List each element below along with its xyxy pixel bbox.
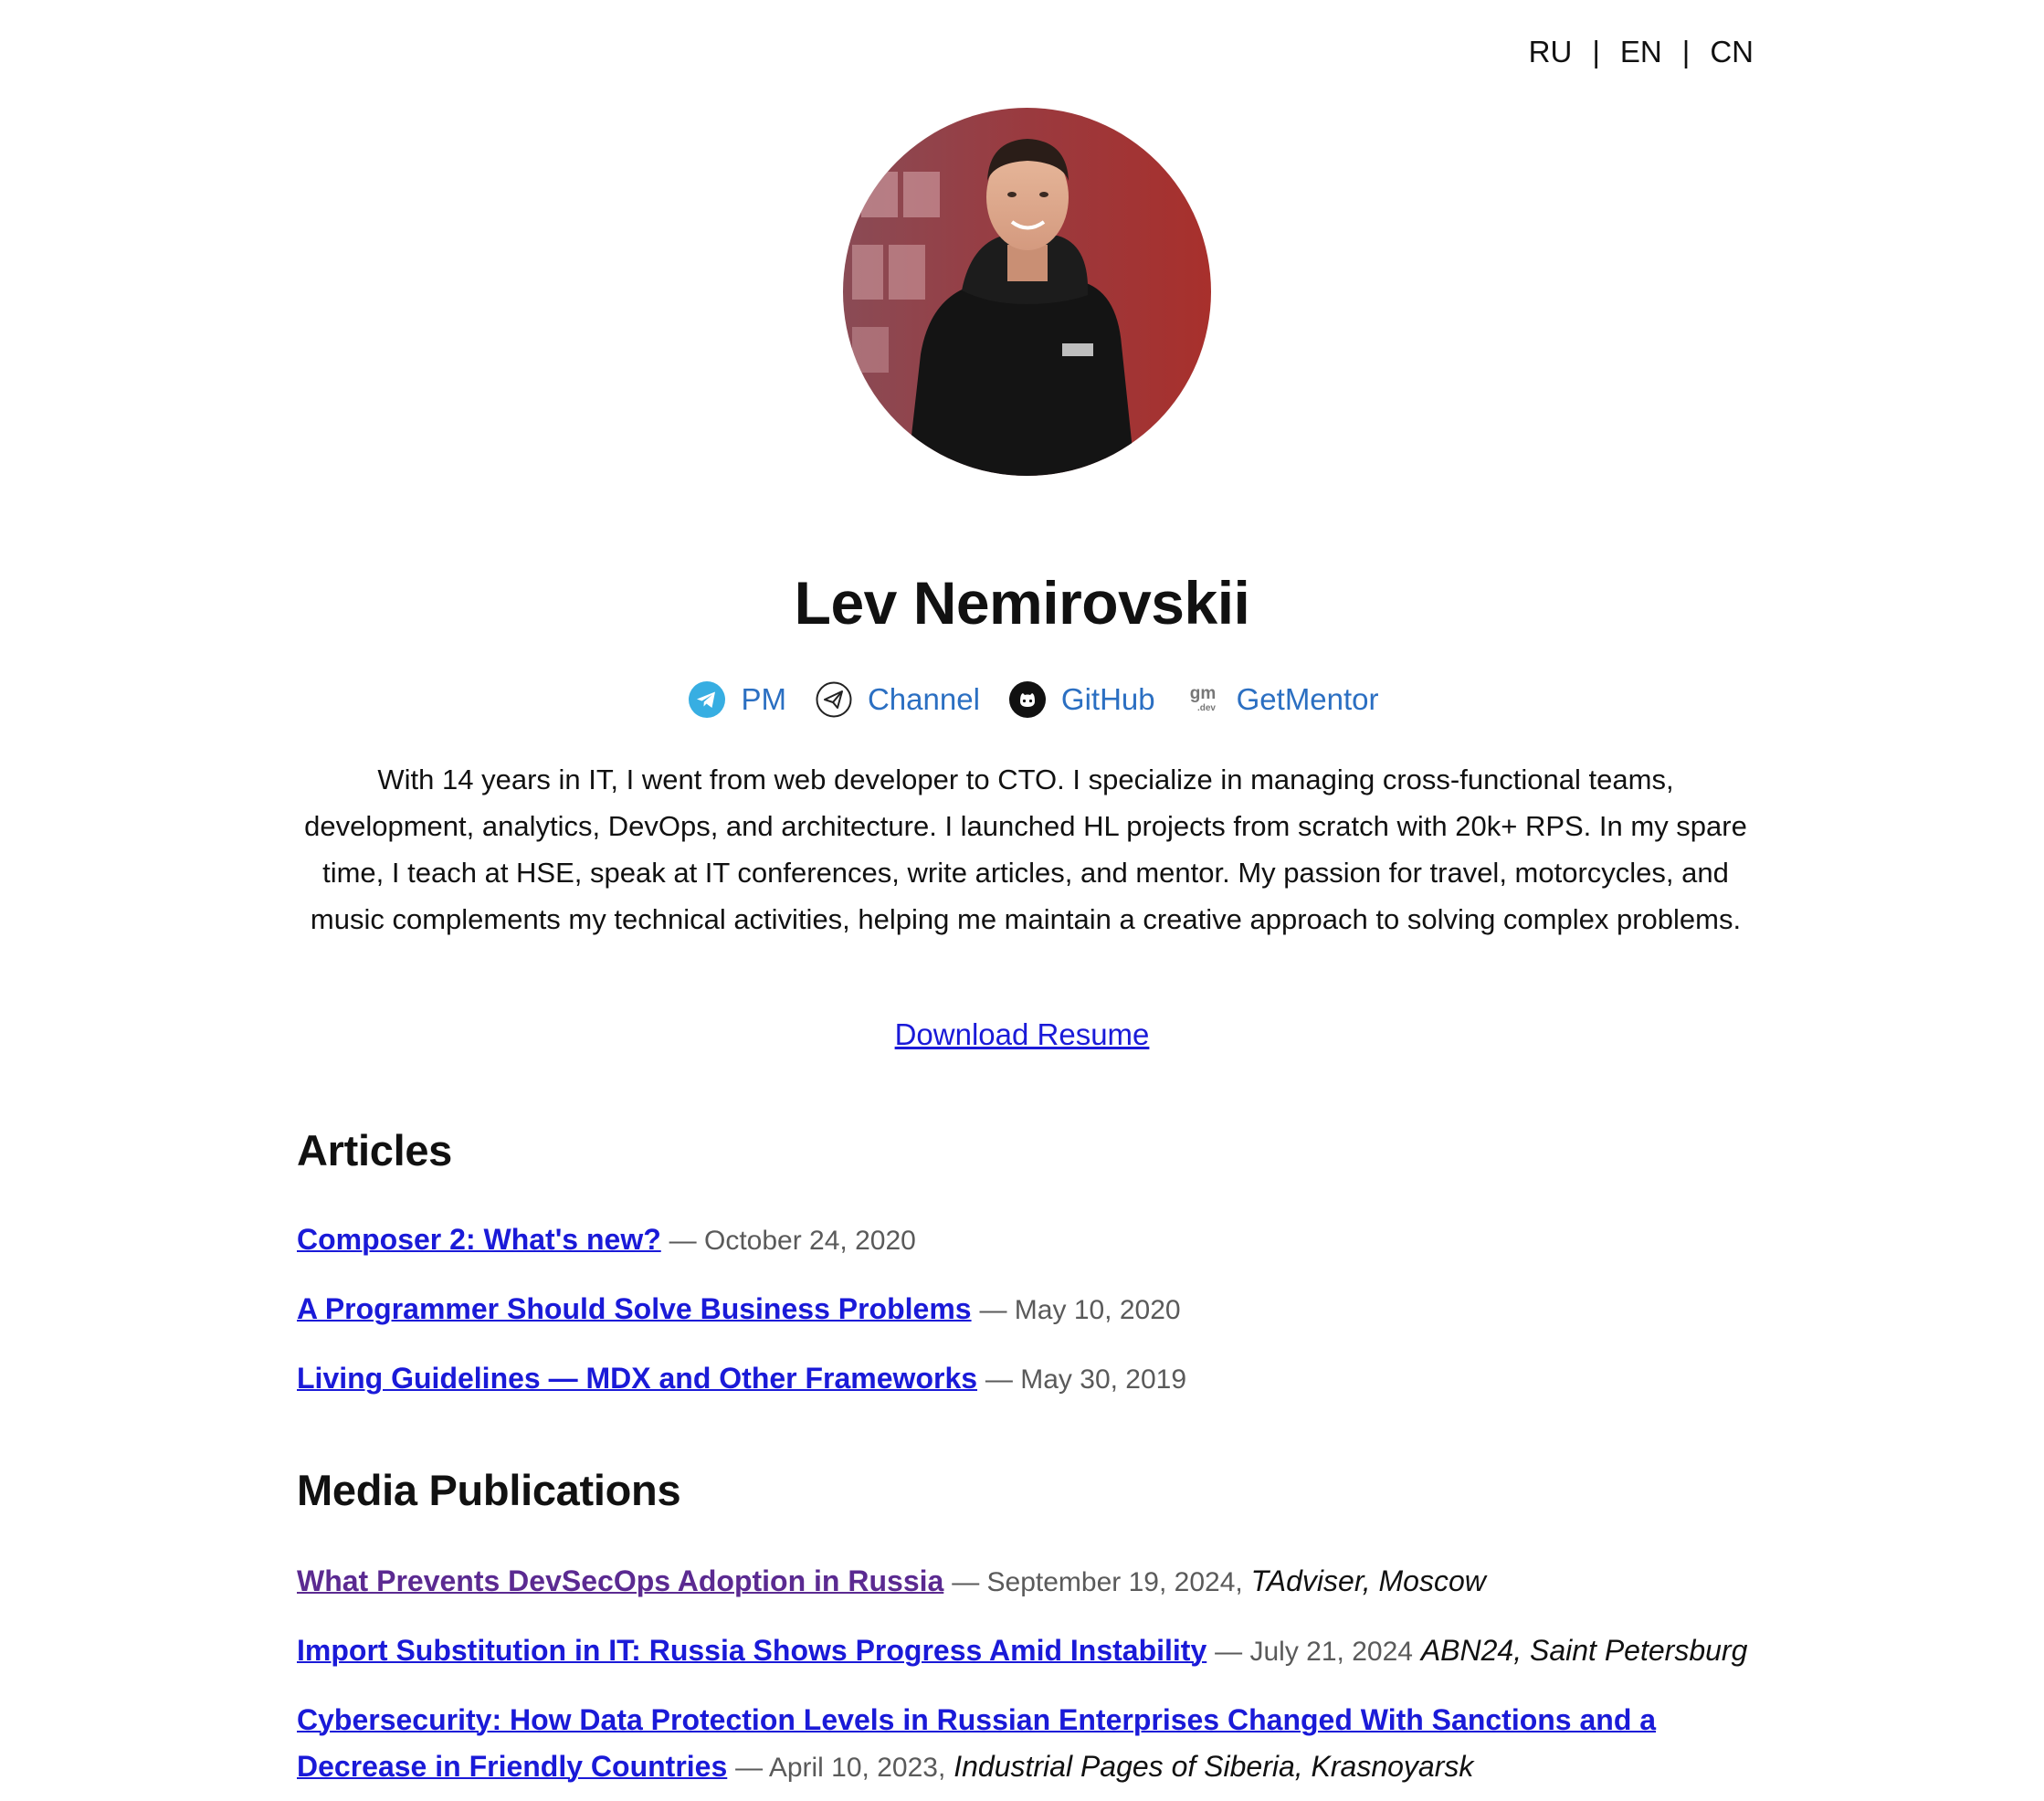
social-label: GitHub (1060, 682, 1155, 716)
social-label: GetMentor (1236, 682, 1379, 716)
lang-ru-link[interactable]: RU (1529, 35, 1573, 69)
social-link-pm[interactable]: PM (689, 681, 786, 718)
social-link-channel[interactable]: Channel (816, 681, 980, 718)
article-link[interactable]: Living Guidelines — MDX and Other Framew… (297, 1362, 977, 1395)
page: RU | EN | CN Lev Nemirovskii PM Channel … (0, 0, 2044, 1801)
media-source: TAdviser, Moscow (1250, 1564, 1486, 1597)
social-link-getmentor[interactable]: gm .dev GetMentor (1185, 681, 1379, 718)
media-date: — September 19, 2024, (952, 1567, 1243, 1597)
bio-text: With 14 years in IT, I went from web dev… (304, 764, 1747, 935)
getmentor-icon: gm .dev (1185, 681, 1221, 718)
lang-separator: | (1592, 35, 1600, 68)
media-item: Import Substitution in IT: Russia Shows … (297, 1627, 1776, 1675)
avatar-photo (843, 108, 1211, 476)
article-date: — May 10, 2020 (979, 1295, 1181, 1325)
media-source: Industrial Pages of Siberia, Krasnoyarsk (954, 1750, 1474, 1783)
language-switcher: RU | EN | CN (1529, 35, 1754, 69)
lang-separator: | (1681, 35, 1691, 68)
avatar (843, 108, 1211, 476)
media-source: ABN24, Saint Petersburg (1420, 1634, 1748, 1667)
article-item: Living Guidelines — MDX and Other Framew… (297, 1355, 1776, 1403)
resume-row: Download Resume (0, 1017, 2044, 1052)
lang-en-link[interactable]: EN (1620, 35, 1662, 69)
profile-name: Lev Nemirovskii (794, 569, 1250, 637)
media-date: — April 10, 2023, (735, 1753, 946, 1783)
articles-heading: Articles (297, 1126, 453, 1174)
social-link-github[interactable]: GitHub (1008, 681, 1155, 718)
download-resume-link[interactable]: Download Resume (895, 1017, 1150, 1051)
social-label: Channel (867, 682, 980, 716)
article-item: A Programmer Should Solve Business Probl… (297, 1286, 1776, 1333)
svg-text:gm: gm (1189, 684, 1216, 703)
media-item: What Prevents DevSecOps Adoption in Russ… (297, 1558, 1776, 1606)
media-link[interactable]: Import Substitution in IT: Russia Shows … (297, 1634, 1206, 1667)
media-heading: Media Publications (297, 1466, 681, 1514)
article-date: — May 30, 2019 (985, 1364, 1187, 1395)
github-icon (1008, 681, 1046, 718)
article-link[interactable]: A Programmer Should Solve Business Probl… (297, 1292, 972, 1325)
svg-text:.dev: .dev (1197, 703, 1216, 713)
article-item: Composer 2: What's new? — October 24, 20… (297, 1216, 1776, 1264)
media-date: — July 21, 2024 (1215, 1637, 1413, 1667)
articles-list: Composer 2: What's new? — October 24, 20… (297, 1216, 1776, 1425)
media-item: Cybersecurity: How Data Protection Level… (297, 1697, 1776, 1791)
media-list: What Prevents DevSecOps Adoption in Russ… (297, 1558, 1776, 1801)
lang-cn-link[interactable]: CN (1710, 35, 1754, 69)
social-label: PM (741, 682, 786, 716)
social-links: PM Channel GitHub gm .dev GetMentor (0, 681, 2044, 718)
telegram-icon (689, 681, 726, 718)
article-link[interactable]: Composer 2: What's new? (297, 1223, 661, 1256)
media-link[interactable]: What Prevents DevSecOps Adoption in Russ… (297, 1564, 943, 1597)
paper-plane-icon (816, 681, 852, 718)
article-date: — October 24, 2020 (669, 1226, 916, 1256)
